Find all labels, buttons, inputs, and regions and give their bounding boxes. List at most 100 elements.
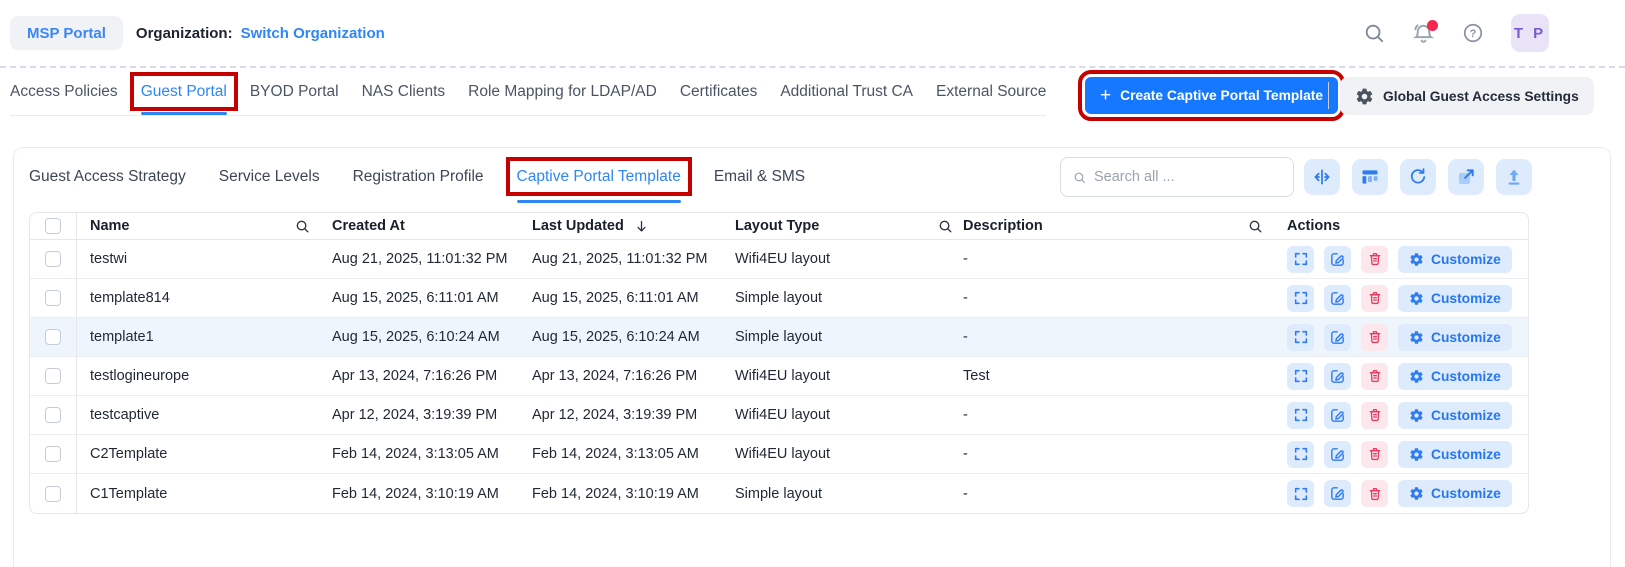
preview-fullscreen-button[interactable] xyxy=(1287,323,1314,351)
search-icon[interactable] xyxy=(1363,22,1385,44)
customize-button[interactable]: Customize xyxy=(1398,480,1512,507)
cell-last-updated: Feb 14, 2024, 3:13:05 AM xyxy=(532,446,699,462)
edit-button[interactable] xyxy=(1324,245,1351,273)
customize-button[interactable]: Customize xyxy=(1398,323,1512,351)
create-captive-portal-template-button[interactable]: + Create Captive Portal Template xyxy=(1077,70,1346,121)
cell-layout-type: Wifi4EU layout xyxy=(735,368,831,384)
edit-button[interactable] xyxy=(1324,323,1351,351)
column-header-created-at[interactable]: Created At xyxy=(332,218,405,234)
help-icon[interactable]: ? xyxy=(1462,22,1484,44)
layout-filter-search-icon[interactable] xyxy=(938,219,953,234)
gear-icon xyxy=(1356,88,1373,104)
row-checkbox-cell xyxy=(30,474,77,513)
table-row[interactable]: template1 Aug 15, 2025, 6:10:24 AM Aug 1… xyxy=(30,318,1528,357)
row-checkbox-cell xyxy=(30,279,77,317)
user-avatar[interactable]: T P xyxy=(1511,14,1549,52)
table-body: testwi Aug 21, 2025, 11:01:32 PM Aug 21,… xyxy=(30,240,1528,513)
column-resize-button[interactable] xyxy=(1304,159,1340,195)
column-header-last-updated[interactable]: Last Updated xyxy=(532,218,624,234)
switch-organization-link[interactable]: Switch Organization xyxy=(241,25,385,42)
name-filter-search-icon[interactable] xyxy=(295,219,310,234)
row-checkbox[interactable] xyxy=(45,368,61,384)
columns-button[interactable] xyxy=(1352,159,1388,195)
row-checkbox[interactable] xyxy=(45,446,61,462)
tab-role-mapping-ldap-ad[interactable]: Role Mapping for LDAP/AD xyxy=(468,80,657,115)
row-checkbox[interactable] xyxy=(45,485,61,502)
subtab-registration-profile[interactable]: Registration Profile xyxy=(353,158,484,203)
subtab-guest-access-strategy[interactable]: Guest Access Strategy xyxy=(29,158,186,203)
edit-button[interactable] xyxy=(1324,480,1351,507)
preview-fullscreen-button[interactable] xyxy=(1287,245,1314,273)
select-all-checkbox[interactable] xyxy=(45,218,61,234)
msp-portal-button[interactable]: MSP Portal xyxy=(10,16,123,50)
delete-button[interactable] xyxy=(1361,440,1388,468)
edit-pencil-icon xyxy=(1331,369,1344,383)
global-guest-access-settings-button[interactable]: Global Guest Access Settings xyxy=(1340,77,1594,115)
table-row[interactable]: C1Template Feb 14, 2024, 3:10:19 AM Feb … xyxy=(30,474,1528,513)
customize-button[interactable]: Customize xyxy=(1398,284,1512,312)
table-row[interactable]: testlogineurope Apr 13, 2024, 7:16:26 PM… xyxy=(30,357,1528,396)
row-checkbox[interactable] xyxy=(45,251,61,267)
tab-guest-portal[interactable]: Guest Portal xyxy=(129,72,238,115)
search-input[interactable] xyxy=(1094,169,1281,185)
fullscreen-icon xyxy=(1294,330,1307,344)
table-row[interactable]: testcaptive Apr 12, 2024, 3:19:39 PM Apr… xyxy=(30,396,1528,435)
table-row[interactable]: testwi Aug 21, 2025, 11:01:32 PM Aug 21,… xyxy=(30,240,1528,279)
tab-nas-clients[interactable]: NAS Clients xyxy=(362,80,446,115)
edit-pencil-icon xyxy=(1331,252,1344,266)
tab-external-source[interactable]: External Source xyxy=(936,80,1046,115)
row-checkbox[interactable] xyxy=(45,329,61,345)
row-checkbox[interactable] xyxy=(45,290,61,306)
trash-icon xyxy=(1369,331,1380,344)
edit-button[interactable] xyxy=(1324,362,1351,390)
export-button[interactable] xyxy=(1496,159,1532,195)
cell-name: testwi xyxy=(90,251,128,267)
refresh-button[interactable] xyxy=(1400,159,1436,195)
table-row[interactable]: C2Template Feb 14, 2024, 3:13:05 AM Feb … xyxy=(30,435,1528,474)
customize-label: Customize xyxy=(1431,251,1501,267)
customize-label: Customize xyxy=(1431,368,1501,384)
customize-button[interactable]: Customize xyxy=(1398,401,1512,429)
column-header-description[interactable]: Description xyxy=(963,218,1043,234)
customize-button[interactable]: Customize xyxy=(1398,362,1512,390)
tab-certificates[interactable]: Certificates xyxy=(680,80,758,115)
column-header-name[interactable]: Name xyxy=(90,218,130,234)
notifications-bell-icon[interactable] xyxy=(1412,19,1438,45)
cell-description: - xyxy=(963,251,968,267)
customize-label: Customize xyxy=(1431,329,1501,345)
fullscreen-icon xyxy=(1294,487,1307,500)
preview-fullscreen-button[interactable] xyxy=(1287,401,1314,429)
sort-descending-icon[interactable] xyxy=(634,219,649,234)
subtab-service-levels[interactable]: Service Levels xyxy=(219,158,320,203)
delete-button[interactable] xyxy=(1361,401,1388,429)
delete-button[interactable] xyxy=(1361,480,1388,507)
tab-additional-trust-ca[interactable]: Additional Trust CA xyxy=(780,80,913,115)
tab-byod-portal[interactable]: BYOD Portal xyxy=(250,80,339,115)
search-field[interactable] xyxy=(1060,157,1294,197)
delete-button[interactable] xyxy=(1361,362,1388,390)
customize-button[interactable]: Customize xyxy=(1398,245,1512,273)
open-in-new-button[interactable] xyxy=(1448,159,1484,195)
column-header-layout-type[interactable]: Layout Type xyxy=(735,218,819,234)
subtab-email-sms[interactable]: Email & SMS xyxy=(714,158,805,203)
delete-button[interactable] xyxy=(1361,323,1388,351)
customize-button[interactable]: Customize xyxy=(1398,440,1512,468)
edit-button[interactable] xyxy=(1324,284,1351,312)
cell-layout-type: Wifi4EU layout xyxy=(735,407,831,423)
svg-text:?: ? xyxy=(1470,28,1477,40)
tab-access-policies[interactable]: Access Policies xyxy=(10,80,118,115)
customize-gear-icon xyxy=(1410,369,1423,383)
preview-fullscreen-button[interactable] xyxy=(1287,362,1314,390)
description-filter-search-icon[interactable] xyxy=(1248,219,1263,234)
edit-button[interactable] xyxy=(1324,440,1351,468)
delete-button[interactable] xyxy=(1361,284,1388,312)
customize-label: Customize xyxy=(1431,446,1501,462)
row-checkbox[interactable] xyxy=(45,407,61,423)
table-row[interactable]: template814 Aug 15, 2025, 6:11:01 AM Aug… xyxy=(30,279,1528,318)
preview-fullscreen-button[interactable] xyxy=(1287,284,1314,312)
subtab-captive-portal-template[interactable]: Captive Portal Template xyxy=(505,157,692,203)
preview-fullscreen-button[interactable] xyxy=(1287,480,1314,507)
preview-fullscreen-button[interactable] xyxy=(1287,440,1314,468)
delete-button[interactable] xyxy=(1361,245,1388,273)
edit-button[interactable] xyxy=(1324,401,1351,429)
